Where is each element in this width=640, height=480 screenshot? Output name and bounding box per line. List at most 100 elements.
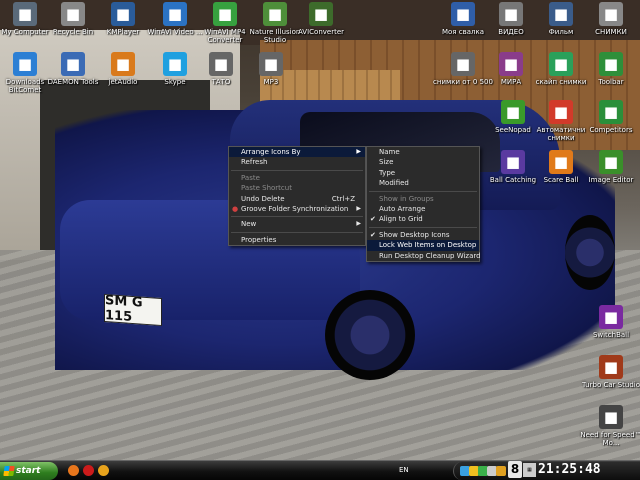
aviconverter-icon: ■ xyxy=(309,2,333,26)
arrange-icons-submenu: Name Size Type Modified Show in Groups Auto A… xyxy=(366,146,481,262)
context-menu: Arrange Icons By ▶ Refresh Paste Paste Short… xyxy=(228,146,366,247)
menu-separator xyxy=(231,216,363,218)
menu-item-label: Lock Web Items on Desktop xyxy=(379,241,477,250)
nature-illusion-icon: ■ xyxy=(263,2,287,26)
menu-item[interactable]: Auto Arrange xyxy=(367,204,479,214)
desktop-icon-label: Need for Speed™ Mo... xyxy=(580,431,640,447)
start-label: start xyxy=(16,466,41,476)
desktop-icon-item[interactable]: ■ AVIConverter xyxy=(290,2,352,36)
wallpaper-wheel-rear xyxy=(565,215,615,290)
toolbar-icon: ■ xyxy=(599,52,623,76)
scare-ball-icon: ■ xyxy=(549,150,573,174)
switchball-icon: ■ xyxy=(599,305,623,329)
ball-catching-icon: ■ xyxy=(501,150,525,174)
firefox-icon[interactable] xyxy=(68,465,79,476)
menu-item-shortcut: Ctrl+Z xyxy=(331,194,355,203)
desktop-icon-item[interactable]: ■ Toolbar xyxy=(580,52,640,86)
windows-logo-icon xyxy=(3,466,15,476)
menu-item[interactable]: Arrange Icons By ▶ xyxy=(229,147,365,158)
kmplayer-icon: ■ xyxy=(111,2,135,26)
desktop-icon-item[interactable]: ■ Turbo Car Studio xyxy=(580,355,640,389)
menu-item[interactable]: Name xyxy=(367,147,479,157)
menu-item-label: Modified xyxy=(379,179,409,188)
desktop-icon-label: Competitors xyxy=(589,126,633,134)
daemon-tools-icon: ■ xyxy=(61,52,85,76)
desktop-icon-label: MP3 xyxy=(263,78,279,86)
menu-item[interactable]: Modified xyxy=(367,178,479,188)
bitcomet-icon: ■ xyxy=(13,52,37,76)
menu-item[interactable]: New ▶ xyxy=(229,219,365,229)
menu-item[interactable]: Refresh xyxy=(229,157,365,167)
menu-item[interactable]: Lock Web Items on Desktop xyxy=(367,240,479,251)
license-plate: SM G 115 xyxy=(104,293,162,327)
menu-item[interactable]: ● Groove Folder Synchronization ▶ xyxy=(229,204,365,214)
language-indicator[interactable]: EN xyxy=(399,466,409,474)
menu-item-label: Paste Shortcut xyxy=(241,184,292,193)
menu-item[interactable]: Properties xyxy=(229,235,365,245)
menu-item[interactable]: Size xyxy=(367,157,479,167)
menu-item-label: Show Desktop Icons xyxy=(379,230,450,239)
menu-item[interactable]: Undo Delete Ctrl+Z xyxy=(229,194,365,204)
desktop-icon-label: SwitchBall xyxy=(592,331,630,339)
mp3-folder-icon: ■ xyxy=(259,52,283,76)
menu-item[interactable]: Run Desktop Cleanup Wizard xyxy=(367,251,481,261)
menu-item-label: Type xyxy=(379,168,396,177)
menu-item[interactable]: ✔ Show Desktop Icons xyxy=(367,230,479,240)
image-editor-icon: ■ xyxy=(599,150,623,174)
menu-item[interactable]: Type xyxy=(367,168,479,178)
document-icon: ■ xyxy=(209,52,233,76)
desktop-icon-item[interactable]: ■ Need for Speed™ Mo... xyxy=(580,405,640,447)
submenu-arrow-icon: ▶ xyxy=(356,220,361,228)
users-icon: ■ xyxy=(549,100,573,124)
groove-icon: ● xyxy=(232,204,239,213)
menu-item[interactable]: ✔ Align to Grid xyxy=(367,214,479,224)
menu-item-label: New xyxy=(241,220,257,229)
calendar-icon: ▦ xyxy=(523,463,536,477)
desktop-icon-item[interactable]: ■ Competitors xyxy=(580,100,640,134)
menu-separator xyxy=(231,231,363,233)
nfs-icon: ■ xyxy=(599,405,623,429)
desktop-icon[interactable] xyxy=(98,465,109,476)
menu-item-label: Align to Grid xyxy=(379,215,423,224)
desktop-icon-label: AVIConverter xyxy=(297,28,345,36)
menu-separator xyxy=(231,169,363,171)
checkmark-icon: ✔ xyxy=(370,215,376,224)
menu-item-label: Groove Folder Synchronization xyxy=(241,204,349,213)
winavi-mp4-icon: ■ xyxy=(213,2,237,26)
clock[interactable]: 21:25:48 xyxy=(538,461,601,479)
menu-item-label: Run Desktop Cleanup Wizard xyxy=(379,251,481,260)
submenu-arrow-icon: ▶ xyxy=(356,204,361,212)
menu-item-label: Size xyxy=(379,158,394,167)
winavi-icon: ■ xyxy=(163,2,187,26)
competitors-icon: ■ xyxy=(599,100,623,124)
desktop-icon-item[interactable]: ■ SwitchBall xyxy=(580,305,640,339)
turbo-car-icon: ■ xyxy=(599,355,623,379)
video-folder-icon: ■ xyxy=(499,2,523,26)
menu-separator xyxy=(369,226,477,228)
skype-photos-icon: ■ xyxy=(549,52,573,76)
skype-icon: ■ xyxy=(163,52,187,76)
computer-icon: ■ xyxy=(13,2,37,26)
desktop-icon-item[interactable]: ■ СНИМКИ xyxy=(580,2,640,36)
menu-item: Show in Groups xyxy=(367,194,479,204)
desktop-icon-label: Image Editor xyxy=(588,176,634,184)
desktop-icon-item[interactable]: ■ MP3 xyxy=(240,52,302,86)
menu-item-label: Undo Delete xyxy=(241,194,285,203)
menu-item-label: Paste xyxy=(241,173,260,182)
jetaudio-icon: ■ xyxy=(111,52,135,76)
tray-update-icon[interactable] xyxy=(496,466,506,476)
mira-icon: ■ xyxy=(499,52,523,76)
seenopad-icon: ■ xyxy=(501,100,525,124)
menu-item-label: Auto Arrange xyxy=(379,204,426,213)
desktop[interactable]: SM G 115 ■ My Computer ■ Recycle Bin ■ KMPlay… xyxy=(0,0,640,460)
start-button[interactable]: start xyxy=(0,462,58,480)
desktop-icon-label: Toolbar xyxy=(598,78,624,86)
menu-separator xyxy=(369,190,477,192)
recycle-bin-icon: ■ xyxy=(61,2,85,26)
photos-icon: ■ xyxy=(451,52,475,76)
wallpaper-wheel-front xyxy=(325,290,415,380)
menu-item: Paste xyxy=(229,173,365,183)
desktop-icon-item[interactable]: ■ Image Editor xyxy=(580,150,640,184)
menu-item: Paste Shortcut xyxy=(229,183,365,193)
opera-icon[interactable] xyxy=(83,465,94,476)
